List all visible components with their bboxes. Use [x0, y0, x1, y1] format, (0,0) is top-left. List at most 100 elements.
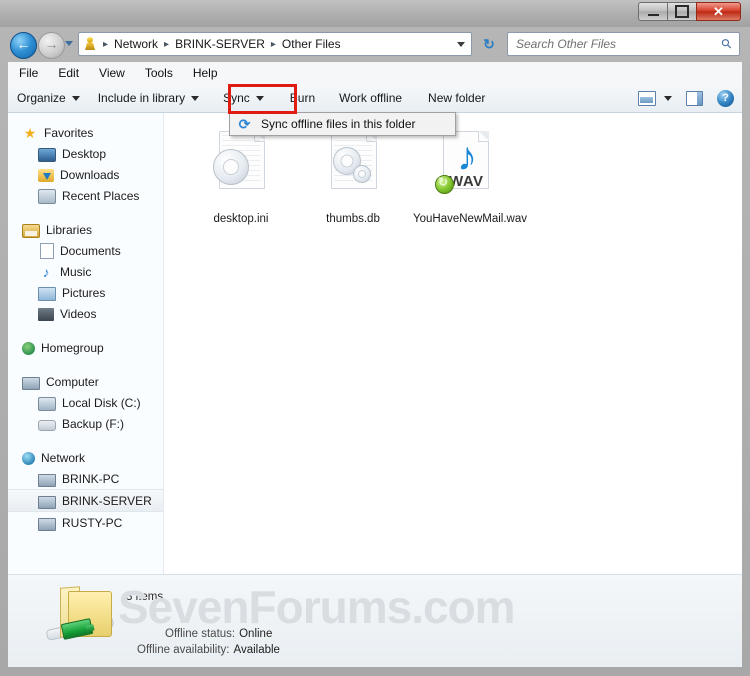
address-bar[interactable]: ▸ Network ▸ BRINK-SERVER ▸ Other Files [78, 32, 472, 56]
refresh-button[interactable]: ↻ [479, 34, 499, 54]
work-offline-button[interactable]: Work offline [330, 87, 411, 109]
sidebar-label: Recent Places [62, 188, 140, 203]
address-dropdown-icon[interactable] [457, 41, 465, 47]
menu-item-sync-offline-files[interactable]: Sync offline files in this folder [261, 117, 416, 131]
sidebar-item-brink-server[interactable]: BRINK-SERVER [8, 489, 163, 512]
new-folder-button[interactable]: New folder [419, 87, 494, 109]
chevron-down-icon [71, 95, 80, 101]
file-list-view[interactable]: desktop.ini thumbs.db ♪ WAV YouH [164, 113, 742, 574]
offline-availability-label: Offline availability: [137, 644, 230, 656]
sync-highlight-annotation [228, 84, 297, 114]
toolbar-right-group: ? [638, 89, 742, 107]
sidebar-label: Computer [46, 374, 99, 389]
sidebar-item-computer[interactable]: Computer [8, 371, 163, 392]
forward-arrow-icon: → [44, 36, 59, 52]
close-icon: ✕ [713, 3, 724, 19]
sidebar-label: Favorites [44, 125, 94, 140]
gear-icon [213, 149, 249, 185]
forward-button[interactable]: → [38, 32, 65, 59]
chevron-down-icon[interactable] [664, 95, 672, 101]
navigation-pane[interactable]: ★ Favorites Desktop Downloads Recent Pla… [8, 113, 163, 574]
gear-icon [353, 165, 371, 183]
menu-help[interactable]: Help [184, 64, 227, 82]
db-gears-file-icon [323, 131, 383, 207]
preview-pane-icon[interactable] [686, 90, 703, 106]
sidebar-item-brink-pc[interactable]: BRINK-PC [8, 468, 163, 489]
sidebar-label: BRINK-PC [62, 471, 120, 486]
command-toolbar: Organize Include in library Sync Burn Wo… [8, 84, 742, 113]
sidebar-item-local-disk-c[interactable]: Local Disk (C:) [8, 392, 163, 413]
menu-tools[interactable]: Tools [136, 64, 182, 82]
history-dropdown-icon[interactable] [65, 41, 73, 46]
search-box[interactable]: Search Other Files ⚲ [507, 32, 740, 56]
menu-file[interactable]: File [10, 64, 47, 82]
menu-view[interactable]: View [90, 64, 134, 82]
star-icon: ★ [23, 124, 37, 141]
list-item[interactable]: thumbs.db [298, 131, 408, 226]
include-in-library-label: Include in library [97, 91, 186, 105]
sidebar-item-music[interactable]: ♪ Music [8, 261, 163, 282]
pictures-icon [38, 286, 56, 301]
back-button[interactable]: ← [10, 32, 37, 59]
list-item[interactable]: desktop.ini [186, 131, 296, 226]
back-arrow-icon: ← [16, 36, 31, 52]
sync-dropdown-menu[interactable]: ⟳ Sync offline files in this folder [229, 112, 456, 136]
nav-list: ★ Favorites Desktop Downloads Recent Pla… [8, 113, 163, 533]
music-icon: ♪ [42, 263, 50, 280]
change-view-icon[interactable] [638, 90, 656, 106]
close-button[interactable]: ✕ [696, 2, 741, 21]
sidebar-item-rusty-pc[interactable]: RUSTY-PC [8, 512, 163, 533]
sidebar-label: Music [60, 264, 92, 279]
sidebar-label: Desktop [62, 146, 107, 161]
offline-status-label: Offline status: [165, 628, 236, 640]
computer-icon [38, 495, 56, 509]
sidebar-item-libraries[interactable]: Libraries [8, 219, 163, 240]
backup-drive-icon [38, 420, 56, 431]
offline-availability-value: Available [233, 644, 280, 656]
homegroup-icon [22, 342, 35, 355]
sidebar-item-documents[interactable]: Documents [8, 240, 163, 261]
sidebar-label: Backup (F:) [62, 416, 125, 431]
minimize-button[interactable] [638, 2, 667, 21]
include-in-library-button[interactable]: Include in library [89, 87, 208, 109]
sidebar-label: Videos [60, 306, 97, 321]
offline-folder-icon [45, 585, 120, 649]
offline-available-badge [435, 175, 454, 194]
status-bar: 3 items Offline status: Online Offline av… [8, 574, 742, 667]
sidebar-item-desktop[interactable]: Desktop [8, 143, 163, 164]
wav-audio-file-icon: ♪ WAV [435, 131, 495, 207]
computer-icon [38, 473, 56, 487]
file-type-label: WAV [449, 173, 484, 190]
computer-icon [22, 376, 40, 390]
downloads-icon [38, 169, 54, 182]
breadcrumb-network[interactable]: Network [113, 37, 159, 51]
search-input[interactable]: Search Other Files [516, 37, 616, 51]
sidebar-item-pictures[interactable]: Pictures [8, 282, 163, 303]
sidebar-label: Libraries [46, 222, 93, 237]
music-note-icon: ♪ [457, 135, 477, 179]
breadcrumb-brink-server[interactable]: BRINK-SERVER [174, 37, 266, 51]
sidebar-item-homegroup[interactable]: Homegroup [8, 337, 163, 358]
restore-button[interactable] [667, 2, 696, 21]
sidebar-item-backup-f[interactable]: Backup (F:) [8, 413, 163, 434]
sidebar-item-downloads[interactable]: Downloads [8, 164, 163, 185]
sync-refresh-icon: ⟳ [238, 115, 251, 132]
sidebar-item-recent-places[interactable]: Recent Places [8, 185, 163, 206]
file-name: YouHaveNewMail.wav [413, 213, 527, 225]
menu-bar: File Edit View Tools Help [8, 62, 742, 84]
list-item[interactable]: ♪ WAV YouHaveNewMail.wav [410, 131, 527, 226]
sidebar-item-videos[interactable]: Videos [8, 303, 163, 324]
file-name: thumbs.db [326, 213, 380, 225]
organize-button[interactable]: Organize [8, 87, 89, 109]
menu-edit[interactable]: Edit [49, 64, 88, 82]
sidebar-label: Local Disk (C:) [62, 395, 141, 410]
address-bar-row: ← → ▸ Network ▸ BRINK-SERVER ▸ Other Fil… [0, 27, 750, 62]
sidebar-item-network[interactable]: Network [8, 447, 163, 468]
window-controls: ✕ [638, 2, 741, 21]
network-breadcrumb-icon [84, 37, 96, 51]
breadcrumb-other-files[interactable]: Other Files [281, 37, 342, 51]
help-icon[interactable]: ? [717, 89, 734, 107]
sidebar-item-favorites[interactable]: ★ Favorites [8, 122, 163, 143]
